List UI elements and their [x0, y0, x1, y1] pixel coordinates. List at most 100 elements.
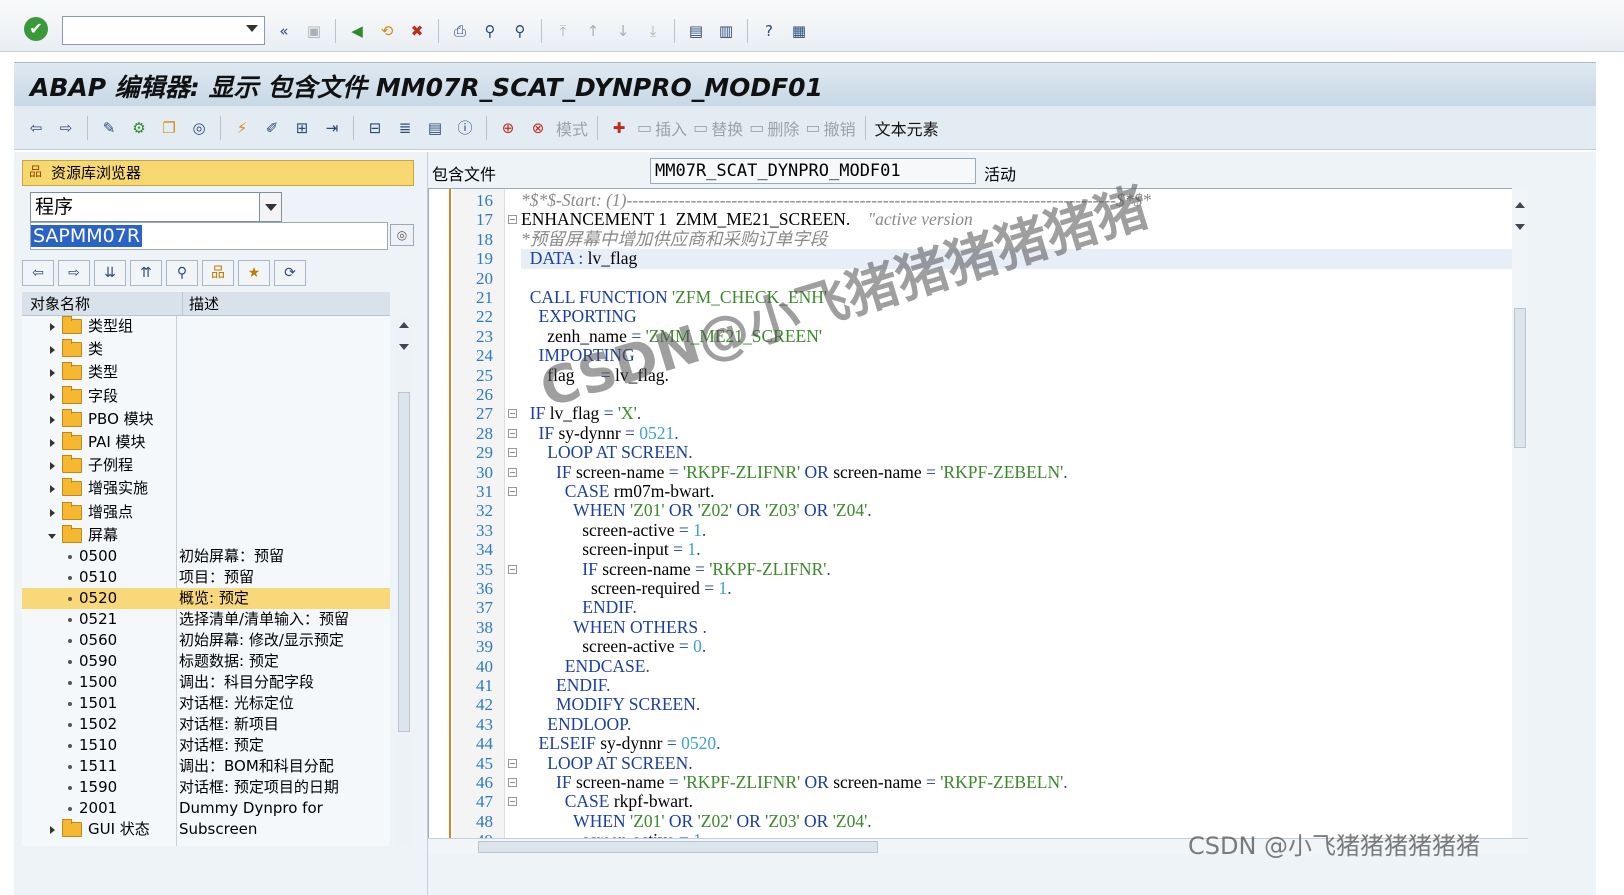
- tree-folder[interactable]: 增强点: [22, 501, 390, 523]
- tree-folder[interactable]: 类型组: [22, 316, 390, 337]
- tree-item[interactable]: 0560 初始屏幕: 修改/显示预定: [22, 630, 390, 651]
- fold-toggle-icon[interactable]: −: [508, 487, 517, 496]
- code-line[interactable]: screen-active = 1.: [521, 520, 706, 540]
- help-icon[interactable]: ?: [757, 19, 781, 43]
- code-line[interactable]: IF screen-name = 'RKPF-ZLIFNR'.: [521, 559, 831, 579]
- save-icon[interactable]: ▣: [302, 19, 326, 43]
- scroll-up-icon[interactable]: [1515, 202, 1525, 208]
- code-line[interactable]: WHEN 'Z01' OR 'Z02' OR 'Z03' OR 'Z04'.: [521, 501, 871, 520]
- new-session-icon[interactable]: ▤: [684, 19, 708, 43]
- code-line[interactable]: *预留屏幕中增加供应商和采购订单字段: [521, 229, 827, 249]
- code-line[interactable]: CASE rm07m-bwart.: [521, 481, 715, 501]
- fold-toggle-icon[interactable]: −: [508, 797, 517, 807]
- expand-icon[interactable]: ⇈: [130, 260, 162, 286]
- code-line[interactable]: ENDLOOP.: [521, 714, 631, 734]
- column-header-description[interactable]: 描述: [182, 292, 219, 316]
- tree-item[interactable]: 2001 Dummy Dynpro for Subscreen: [22, 798, 390, 838]
- tree-item[interactable]: 1501 对话框: 光标定位: [22, 693, 390, 714]
- tree-folder[interactable]: PBO 模块: [22, 408, 390, 430]
- code-line[interactable]: IF screen-name = 'RKPF-ZLIFNR' OR screen…: [521, 462, 1068, 482]
- tree-item[interactable]: 1500 调出：科目分配字段: [22, 672, 390, 693]
- code-line[interactable]: IF screen-name = 'RKPF-ZLIFNR' OR screen…: [521, 772, 1068, 792]
- code-line[interactable]: CASE rkpf-bwart.: [521, 792, 693, 811]
- info-icon[interactable]: ⓘ: [453, 116, 477, 140]
- scroll-down-icon[interactable]: [399, 344, 409, 350]
- layout-menu-icon[interactable]: ▦: [787, 19, 811, 43]
- tree-folder[interactable]: 字段: [22, 385, 390, 407]
- scroll-thumb[interactable]: [1514, 308, 1526, 448]
- fold-toggle-icon[interactable]: −: [508, 215, 517, 225]
- tree-folder[interactable]: GUI 状态: [22, 819, 390, 840]
- check-icon[interactable]: ◎: [187, 116, 211, 140]
- tree-folder[interactable]: 类型: [22, 362, 390, 383]
- fold-toggle-icon[interactable]: −: [508, 409, 517, 419]
- hierarchy-icon[interactable]: 品: [202, 260, 234, 286]
- code-line[interactable]: ENDIF.: [521, 598, 637, 617]
- text-elements-button[interactable]: 文本元素: [875, 116, 939, 140]
- enhancement-icon[interactable]: ✚: [607, 116, 631, 140]
- favorites-icon[interactable]: ★: [238, 260, 270, 286]
- tree-folder[interactable]: 子例程: [22, 455, 390, 476]
- back-icon[interactable]: ⇦: [22, 260, 54, 286]
- enhance-icon[interactable]: ⊕: [496, 116, 520, 140]
- code-line[interactable]: DATA : lv_flag: [521, 248, 638, 268]
- tree-folder[interactable]: 类: [22, 339, 390, 360]
- fold-toggle-icon[interactable]: −: [508, 564, 517, 574]
- test-icon[interactable]: ✐: [260, 116, 284, 140]
- code-line[interactable]: ELSEIF sy-dynnr = 0520.: [521, 733, 721, 753]
- enhance-show-icon[interactable]: ⊗: [526, 116, 550, 140]
- replace-button[interactable]: ▭ 替换: [693, 116, 743, 140]
- tree-item[interactable]: 1510 对话框: 预定: [22, 735, 390, 756]
- print-icon[interactable]: ⎙: [448, 19, 472, 43]
- tree-scrollbar[interactable]: [396, 316, 412, 846]
- fold-toggle-icon[interactable]: −: [508, 428, 517, 438]
- undo-button[interactable]: ▭ 撤销: [805, 116, 855, 140]
- activate-icon[interactable]: ⚡: [230, 116, 254, 140]
- code-line[interactable]: MODIFY SCREEN.: [521, 695, 700, 714]
- pretty-printer-icon[interactable]: ▤: [423, 116, 447, 140]
- column-header-name[interactable]: 对象名称: [30, 292, 90, 316]
- repository-browser-header[interactable]: 品 资源库浏览器: [22, 160, 414, 186]
- find-next-icon[interactable]: ⚲: [508, 19, 532, 43]
- chevron-down-icon[interactable]: [259, 193, 281, 221]
- tree-item[interactable]: 1590 对话框: 预定项目的日期: [22, 777, 390, 798]
- forward-icon[interactable]: ⇨: [58, 260, 90, 286]
- tree-item[interactable]: 1511 调出：BOM和科目分配: [22, 756, 390, 777]
- fold-toggle-icon[interactable]: −: [508, 448, 517, 458]
- tree-item[interactable]: 0500 初始屏幕：预留: [22, 546, 390, 567]
- display-change-icon[interactable]: ✎: [97, 116, 121, 140]
- refresh-icon[interactable]: ⟳: [274, 260, 306, 286]
- code-line[interactable]: WHEN 'Z01' OR 'Z02' OR 'Z03' OR 'Z04'.: [521, 811, 871, 831]
- code-line[interactable]: screen-input = 1.: [521, 539, 700, 559]
- object-type-select[interactable]: 程序: [30, 192, 282, 222]
- previous-page-icon[interactable]: ↑: [581, 19, 605, 43]
- tree-item[interactable]: 0521 选择清单/清单输入：预留: [22, 609, 390, 630]
- cancel-icon[interactable]: ✖: [405, 19, 429, 43]
- first-page-icon[interactable]: ⤒: [551, 19, 575, 43]
- display-button[interactable]: ◎: [390, 224, 414, 246]
- pattern-icon[interactable]: ≣: [393, 116, 417, 140]
- object-name-input[interactable]: SAPMM07R: [30, 222, 388, 250]
- scroll-thumb[interactable]: [478, 841, 878, 853]
- exit-icon[interactable]: ⟲: [375, 19, 399, 43]
- next-page-icon[interactable]: ↓: [611, 19, 635, 43]
- tree-folder[interactable]: 屏幕: [22, 524, 390, 546]
- code-line[interactable]: ENHANCEMENT 1 ZMM_ME21_SCREEN. "active v…: [521, 210, 973, 229]
- command-field[interactable]: [62, 16, 265, 45]
- code-line[interactable]: screen-active = 0.: [521, 636, 706, 656]
- tree-item[interactable]: 0590 标题数据: 预定: [22, 651, 390, 672]
- object-list-icon[interactable]: ⇥: [320, 116, 344, 140]
- code-line[interactable]: screen-active = 1: [521, 830, 702, 838]
- chevron-down-icon[interactable]: [246, 25, 258, 32]
- delete-button[interactable]: ▭ 删除: [749, 116, 799, 140]
- code-line[interactable]: LOOP AT SCREEN.: [521, 442, 692, 462]
- fold-toggle-icon[interactable]: −: [508, 467, 517, 477]
- tree-folder[interactable]: 增强实施: [22, 478, 390, 499]
- back-icon[interactable]: ◀: [345, 19, 369, 43]
- where-used-icon[interactable]: ⊞: [290, 116, 314, 140]
- scroll-thumb[interactable]: [398, 392, 410, 732]
- arrow-left-icon[interactable]: ⇦: [24, 116, 48, 140]
- active-inactive-icon[interactable]: ⚙: [127, 116, 151, 140]
- tree-item[interactable]: 1502 对话框: 新项目: [22, 714, 390, 735]
- double-left-icon[interactable]: «: [272, 19, 296, 43]
